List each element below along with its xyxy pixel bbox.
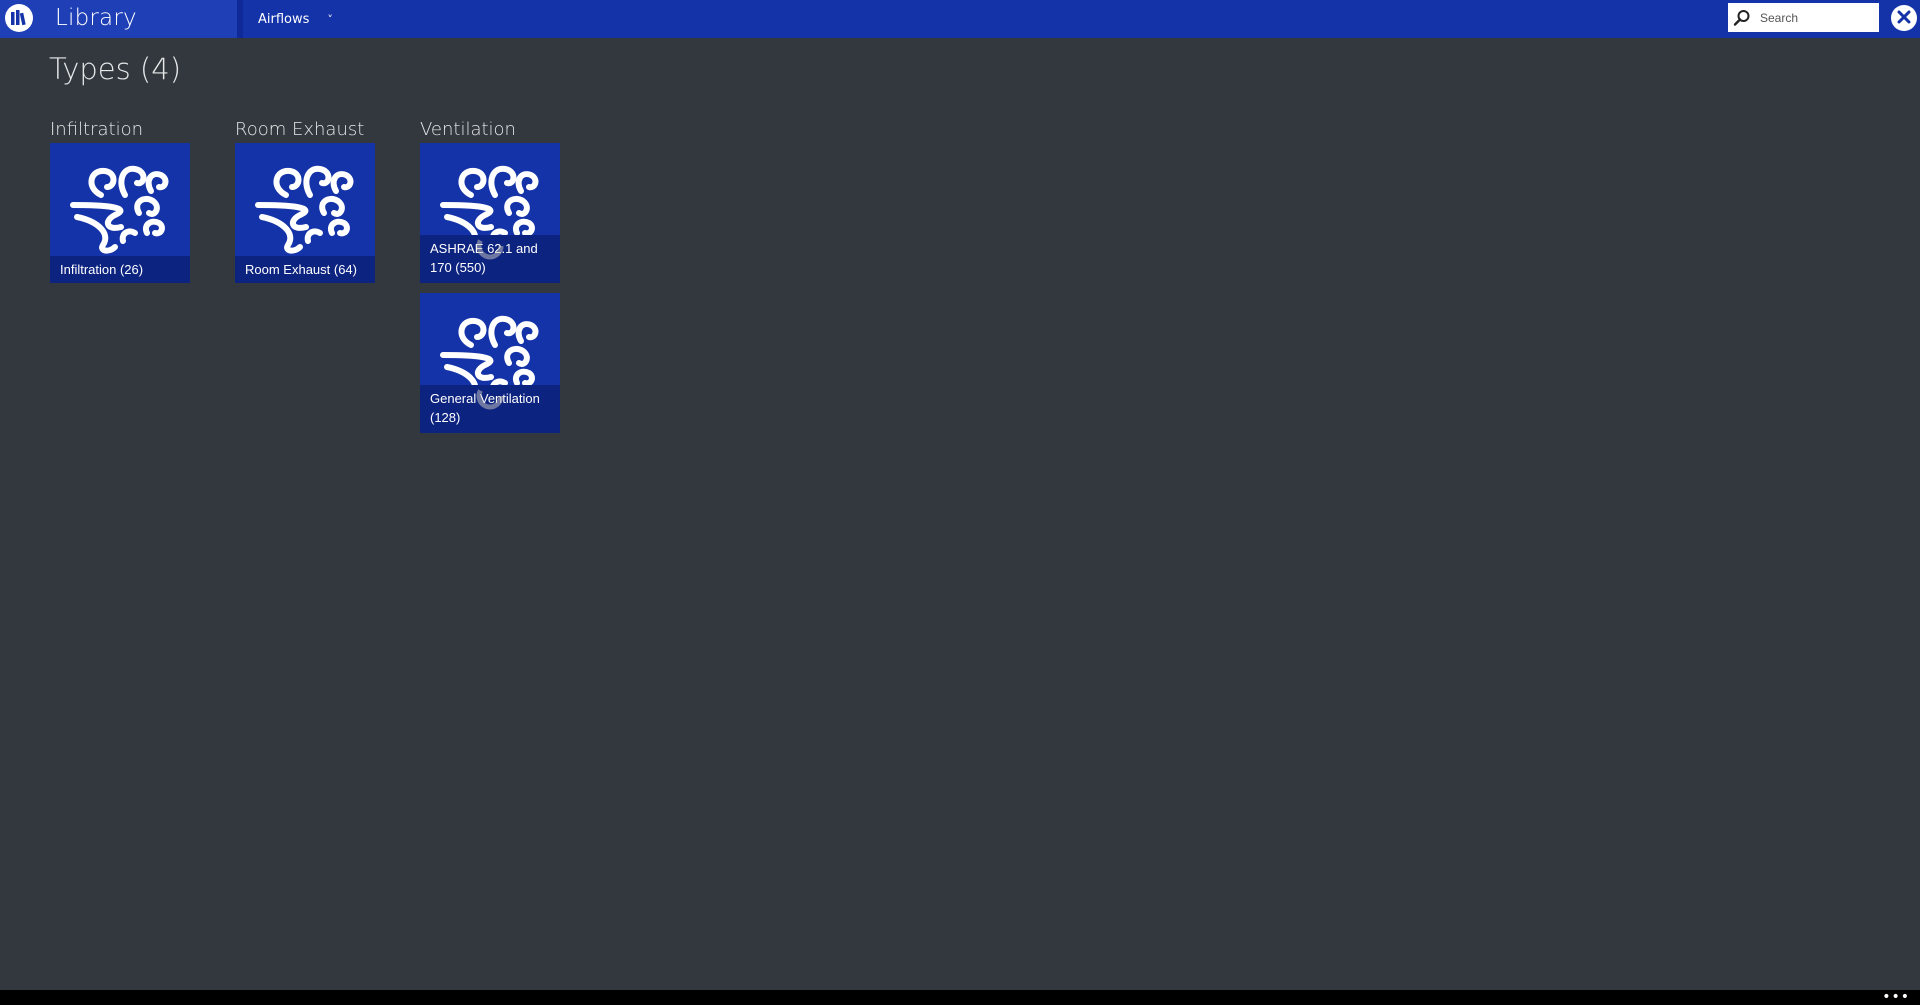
main-content: Types (4) Infiltration Infiltration (26)… [0,38,1920,990]
brand-area: Library [0,0,243,38]
search-box[interactable] [1728,3,1879,32]
app-window: Library Airflows ˅ Types [0,0,1920,1005]
group-ventilation: Ventilation ASHRAE 62.1 and 170 (550) Ge… [420,120,560,443]
chevron-down-icon: ˅ [327,12,333,26]
close-icon [1897,9,1911,28]
bottom-app-bar: ••• [0,990,1920,1005]
library-icon[interactable] [5,4,33,32]
top-bar: Library Airflows ˅ [0,0,1920,38]
tile-general-ventilation[interactable]: General Ventilation (128) [420,293,560,433]
section-dropdown[interactable]: Airflows ˅ [258,0,333,38]
page-title: Types (4) [49,52,182,86]
tile-infiltration[interactable]: Infiltration (26) [50,143,190,283]
group-title[interactable]: Room Exhaust [235,120,375,140]
tile-room-exhaust[interactable]: Room Exhaust (64) [235,143,375,283]
tile-label: Room Exhaust (64) [235,256,375,283]
group-title[interactable]: Ventilation [420,120,560,140]
loading-spinner-icon [476,232,504,260]
search-icon [1728,3,1756,32]
more-options-button[interactable]: ••• [1882,990,1910,1004]
tile-label: Infiltration (26) [50,256,190,283]
close-button[interactable] [1891,5,1917,31]
loading-spinner-icon [476,382,504,410]
group-room-exhaust: Room Exhaust Room Exhaust (64) [235,120,375,293]
group-title[interactable]: Infiltration [50,120,190,140]
tile-ashrae[interactable]: ASHRAE 62.1 and 170 (550) [420,143,560,283]
search-input[interactable] [1756,10,1870,25]
wind-icon [255,165,354,254]
section-dropdown-value: Airflows [258,11,310,27]
wind-icon [70,165,169,254]
group-infiltration: Infiltration Infiltration (26) [50,120,190,293]
app-title: Library [55,5,137,31]
